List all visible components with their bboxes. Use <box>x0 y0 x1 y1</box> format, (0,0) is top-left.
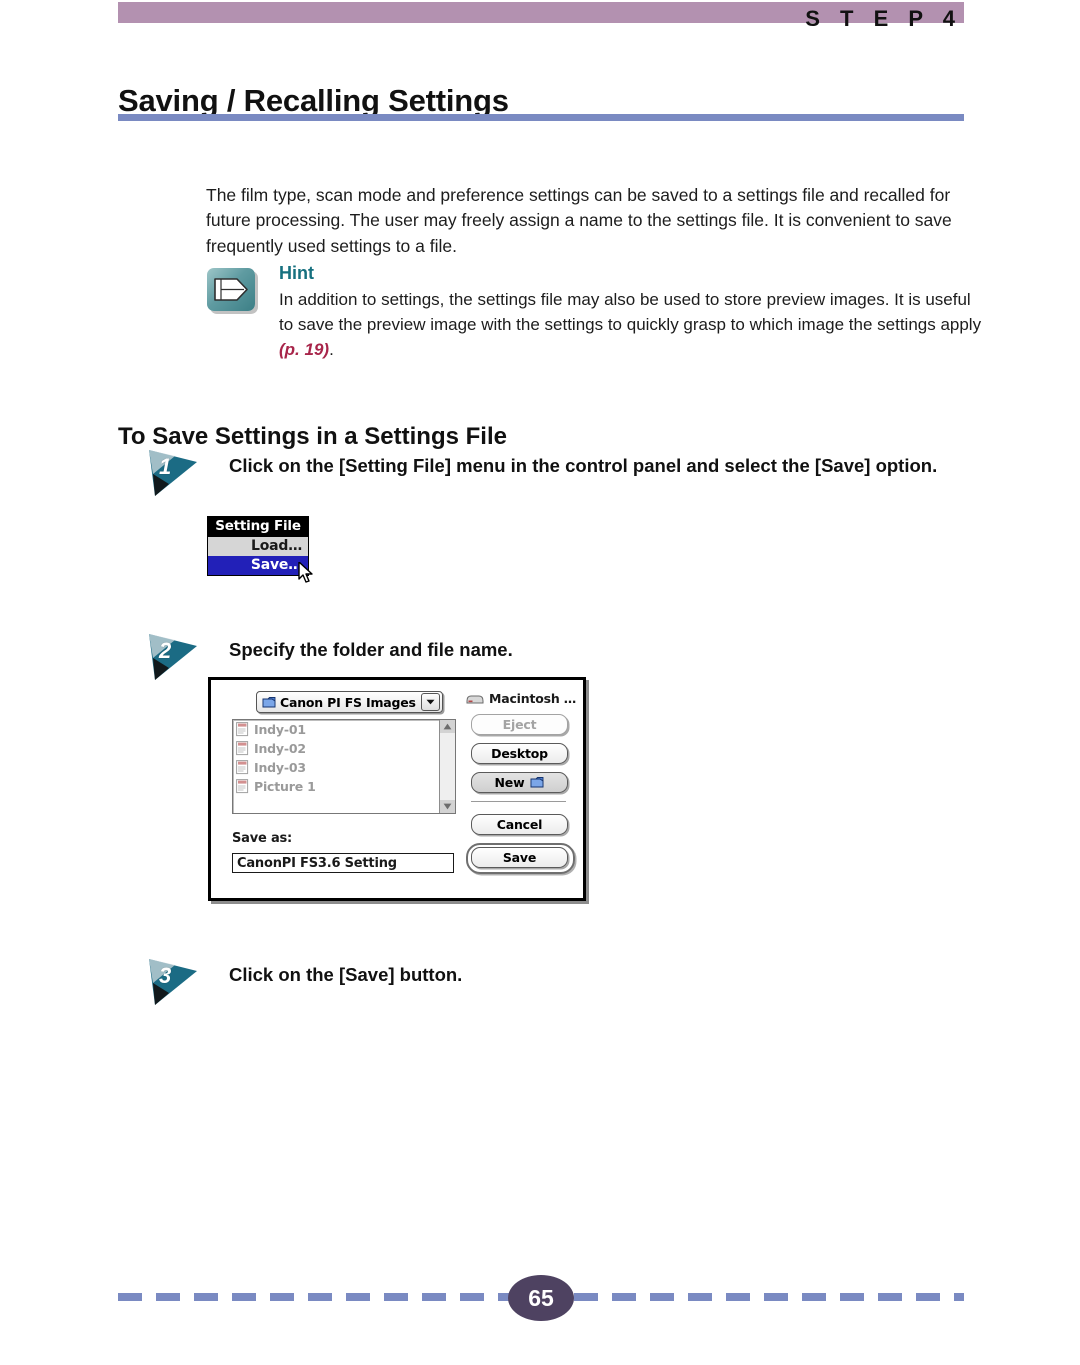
file-list-scrollbar[interactable] <box>439 720 455 813</box>
desktop-button[interactable]: Desktop <box>471 743 568 764</box>
list-item[interactable]: Indy-01 <box>233 720 455 739</box>
page-reference-link[interactable]: (p. 19) <box>279 340 329 359</box>
cancel-button[interactable]: Cancel <box>471 814 568 835</box>
new-folder-label: New <box>494 775 525 790</box>
file-name: Indy-01 <box>254 722 306 737</box>
page-number-bubble: 65 <box>508 1275 574 1321</box>
list-item[interactable]: Indy-03 <box>233 758 455 777</box>
scrollbar-track[interactable] <box>440 733 455 800</box>
hint-body-text: In addition to settings, the settings fi… <box>279 290 982 334</box>
location-popup-label: Canon PI FS Images <box>280 694 416 710</box>
hint-body-tail: . <box>329 340 334 359</box>
section-heading: To Save Settings in a Settings File <box>118 422 507 450</box>
footer: 65 <box>118 1275 964 1321</box>
document-icon <box>236 779 249 794</box>
scroll-down-icon[interactable] <box>440 800 455 813</box>
save-as-label: Save as: <box>232 831 293 846</box>
document-icon <box>236 722 249 737</box>
step-number-badge-1: 1 <box>145 448 203 498</box>
button-group-divider <box>471 801 566 802</box>
hard-drive-icon <box>466 695 484 703</box>
document-icon <box>236 760 249 775</box>
save-as-value: CanonPI FS3.6 Setting <box>237 855 397 871</box>
step-text-1: Click on the [Setting File] menu in the … <box>229 455 938 476</box>
save-as-input[interactable]: CanonPI FS3.6 Setting <box>232 853 454 873</box>
hint-title: Hint <box>279 263 314 283</box>
pencil-hint-icon <box>207 268 263 315</box>
list-item[interactable]: Indy-02 <box>233 739 455 758</box>
scroll-up-icon[interactable] <box>440 720 455 733</box>
step-text-2: Specify the folder and file name. <box>229 639 513 660</box>
step-text-3: Click on the [Save] button. <box>229 964 463 985</box>
new-folder-icon <box>530 776 544 789</box>
arrow-cursor <box>298 562 313 583</box>
save-button[interactable]: Save <box>471 847 568 868</box>
menu-item-load[interactable]: Load… <box>208 537 308 556</box>
file-name: Indy-02 <box>254 741 306 756</box>
file-name: Picture 1 <box>254 779 316 794</box>
hint-body: In addition to settings, the settings fi… <box>279 287 982 362</box>
file-name: Indy-03 <box>254 760 306 775</box>
step-number-badge-3: 3 <box>145 957 203 1007</box>
folder-icon <box>262 696 276 707</box>
menu-item-save[interactable]: Save… <box>208 556 308 575</box>
step-label: S T E P 4 <box>805 6 962 31</box>
current-drive: Macintosh … <box>466 691 576 706</box>
chevron-down-icon[interactable] <box>420 693 440 711</box>
document-icon <box>236 741 249 756</box>
step-number-1: 1 <box>159 454 172 479</box>
file-list[interactable]: Indy-01 Indy-02 Indy-03 Picture 1 <box>232 719 456 814</box>
location-popup-menu[interactable]: Canon PI FS Images <box>256 691 443 713</box>
step-number-3: 3 <box>159 963 172 988</box>
step-number-badge-2: 2 <box>145 632 203 682</box>
drive-label: Macintosh … <box>489 691 577 706</box>
setting-file-menu-title[interactable]: Setting File <box>207 516 309 537</box>
title-divider-rule <box>118 114 964 121</box>
list-item[interactable]: Picture 1 <box>233 777 455 796</box>
eject-button[interactable]: Eject <box>471 714 568 735</box>
intro-paragraph: The film type, scan mode and preference … <box>206 184 952 256</box>
step-number-2: 2 <box>159 638 172 663</box>
save-dialog-screenshot: Canon PI FS Images Indy-01 Indy-02 Indy-… <box>208 677 586 901</box>
setting-file-menu-screenshot: Setting File Load… Save… <box>207 516 313 583</box>
new-folder-button[interactable]: New <box>471 772 568 793</box>
